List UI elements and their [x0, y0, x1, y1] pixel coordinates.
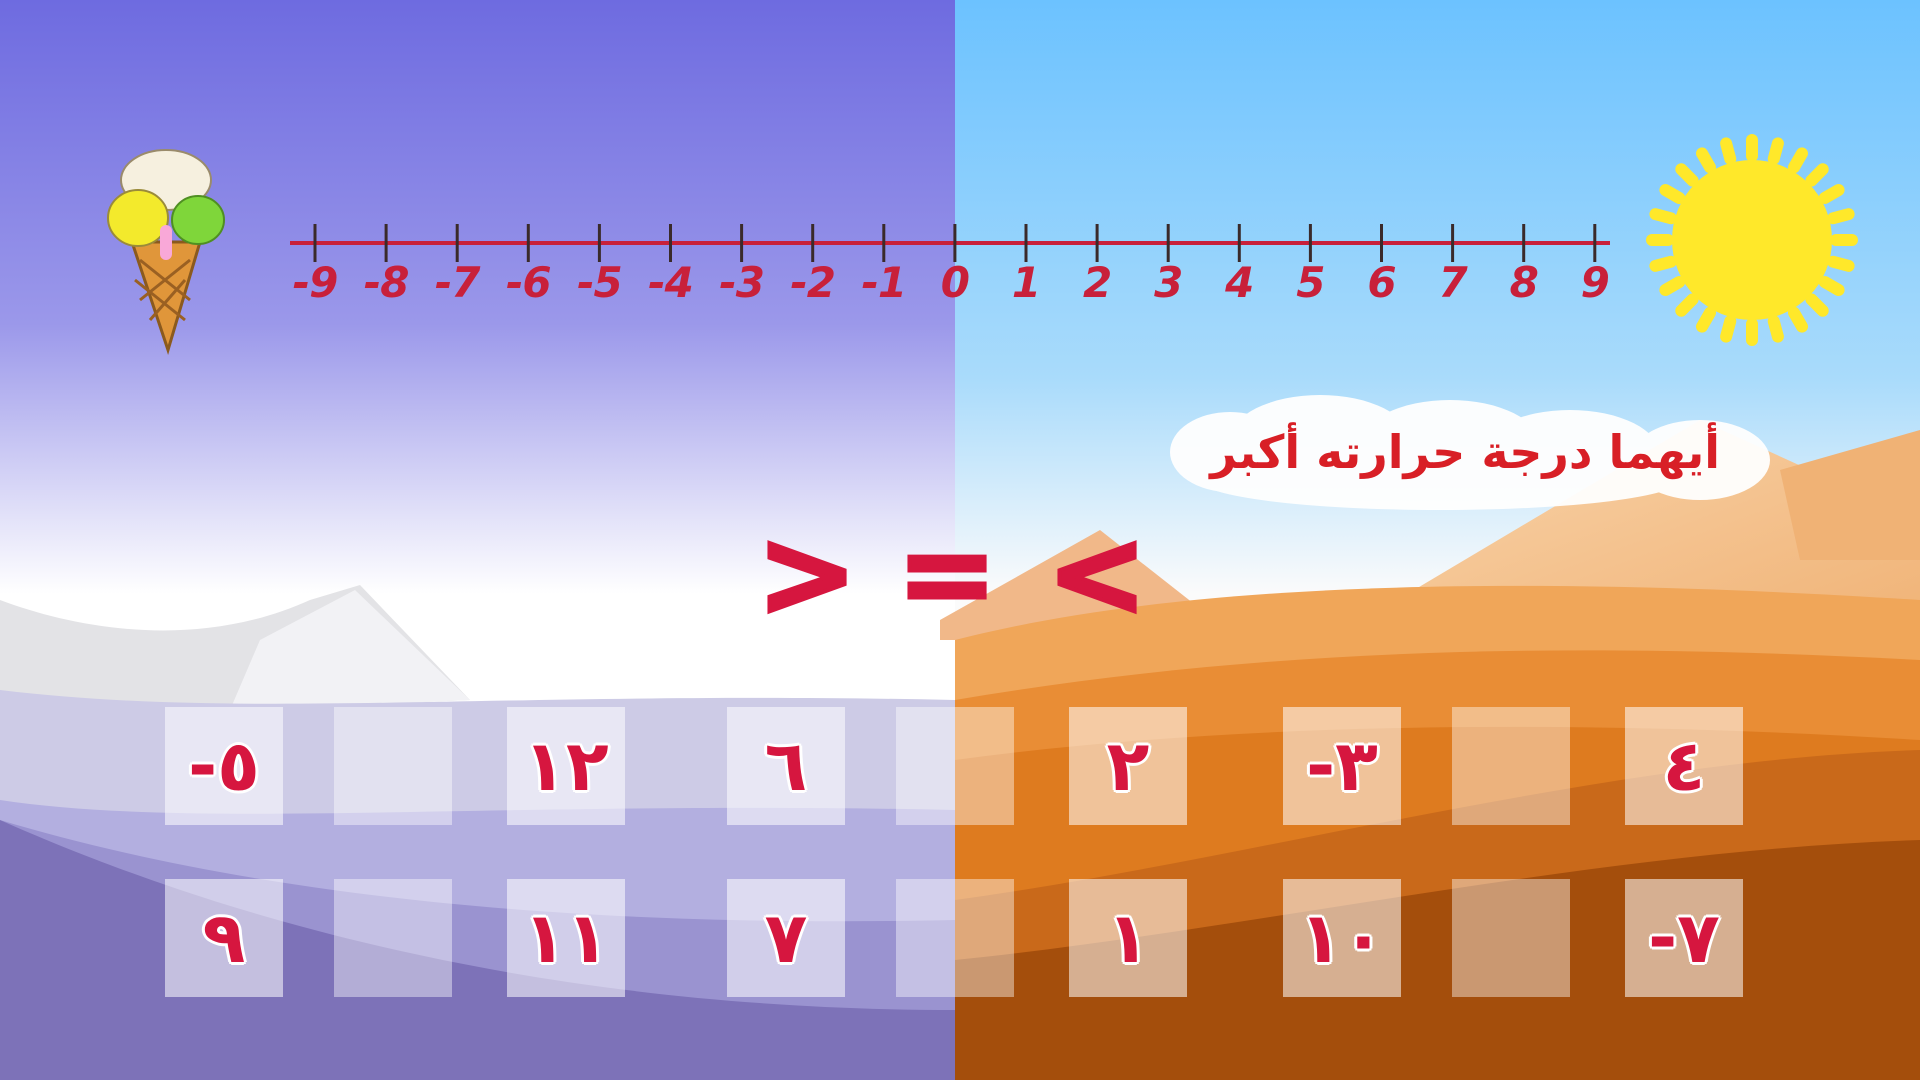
sun-ray [1720, 137, 1737, 165]
number-tile[interactable]: ٥- [165, 707, 283, 825]
sun-ray [1649, 208, 1677, 225]
sun-ray [1659, 184, 1686, 204]
tick-label: -8 [363, 258, 410, 307]
number-tile[interactable]: ١٢ [507, 707, 625, 825]
answer-slot[interactable] [334, 879, 452, 997]
sun-ray [1805, 163, 1829, 187]
tick-label: 4 [1225, 258, 1254, 307]
number-tile[interactable]: ٦ [727, 707, 845, 825]
tick-label: 7 [1438, 258, 1467, 307]
less-than-symbol[interactable]: < [1042, 513, 1152, 640]
tick-label: -6 [505, 258, 552, 307]
tick-label: -3 [719, 258, 765, 307]
tick-label: 5 [1296, 258, 1325, 307]
tick-label: -2 [790, 258, 836, 307]
tick-label: 9 [1580, 258, 1610, 307]
comparison-symbols: > = < [0, 513, 1920, 640]
sun-ray [1767, 137, 1784, 165]
tick-label: 2 [1082, 258, 1112, 307]
tick-label: -4 [648, 258, 694, 307]
tick-label: -5 [577, 258, 623, 307]
sun-ray [1767, 315, 1784, 343]
number-tile[interactable]: ٧ [727, 879, 845, 997]
number-tile[interactable]: ٩ [165, 879, 283, 997]
tick-label: -1 [861, 258, 907, 307]
number-tile[interactable]: ٣- [1283, 707, 1401, 825]
answer-slot[interactable] [896, 707, 1014, 825]
tick-label: 8 [1509, 258, 1539, 307]
number-tile[interactable]: ١٠ [1283, 879, 1401, 997]
number-line-labels: -9 -8 -7 -6 -5 -4 -3 -2 -1 0 1 2 3 4 5 6 7 8 9 [0, 258, 1920, 318]
answer-slot[interactable] [896, 879, 1014, 997]
sun-ray [1696, 147, 1716, 174]
equals-symbol[interactable]: = [892, 513, 1002, 640]
sun-ray [1818, 184, 1845, 204]
sun-ray [1675, 163, 1699, 187]
number-tile[interactable]: ٢ [1069, 707, 1187, 825]
number-tile[interactable]: ١١ [507, 879, 625, 997]
tick-label: -7 [434, 258, 481, 307]
greater-than-symbol[interactable]: > [752, 513, 862, 640]
sun-ray [1827, 208, 1855, 225]
answer-slot[interactable] [334, 707, 452, 825]
tick-label: -9 [292, 258, 339, 307]
tick-label: 6 [1367, 258, 1396, 307]
answer-slot[interactable] [1452, 707, 1570, 825]
tick-label: 0 [940, 258, 970, 307]
tick-label: 1 [1011, 258, 1041, 307]
question-text: أيهما درجة حرارته أكبر [1210, 425, 1720, 479]
number-tile[interactable]: ٧- [1625, 879, 1743, 997]
number-tile[interactable]: ١ [1069, 879, 1187, 997]
number-tile[interactable]: ٤ [1625, 707, 1743, 825]
sun-ray [1788, 147, 1808, 174]
tick-label: 3 [1154, 258, 1183, 307]
answer-slot[interactable] [1452, 879, 1570, 997]
sun-ray [1720, 315, 1737, 343]
